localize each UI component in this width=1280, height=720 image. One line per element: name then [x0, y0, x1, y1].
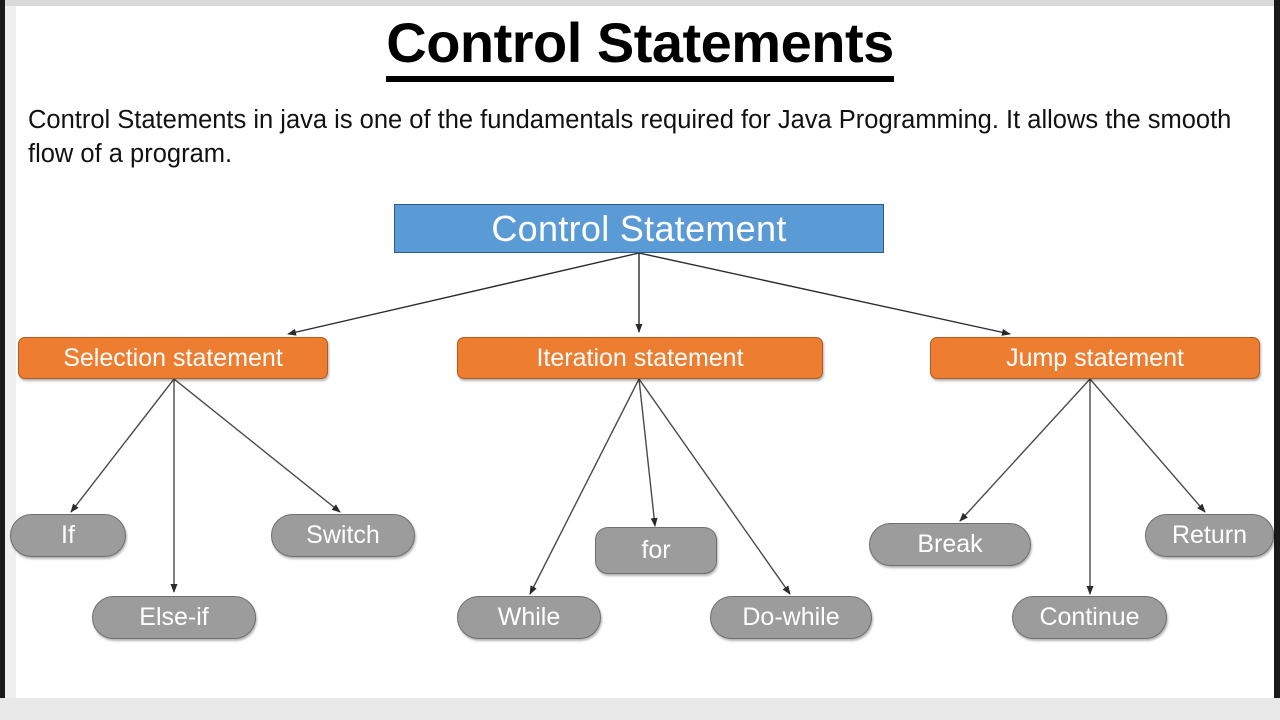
node-jump-statement[interactable]: Jump statement: [930, 337, 1260, 379]
control-statements-tree: Control Statement Selection statement It…: [0, 0, 1280, 720]
node-label: Jump statement: [1006, 343, 1184, 372]
node-label: for: [641, 536, 671, 564]
node-label: If: [61, 521, 75, 549]
node-label: Break: [917, 530, 983, 558]
connector-group-root: [287, 252, 1011, 336]
node-return[interactable]: Return: [1145, 514, 1274, 557]
node-else-if[interactable]: Else-if: [92, 596, 256, 639]
node-label: Do-while: [742, 603, 840, 631]
node-label: Switch: [306, 521, 380, 549]
node-if[interactable]: If: [10, 514, 126, 557]
node-for[interactable]: for: [595, 527, 717, 574]
node-label: Iteration statement: [536, 343, 744, 372]
node-do-while[interactable]: Do-while: [710, 596, 872, 639]
node-control-statement[interactable]: Control Statement: [394, 204, 884, 253]
node-break[interactable]: Break: [869, 523, 1031, 566]
node-switch[interactable]: Switch: [271, 514, 415, 557]
node-iteration-statement[interactable]: Iteration statement: [457, 337, 823, 379]
node-label: While: [497, 603, 561, 631]
node-label: Else-if: [139, 603, 209, 631]
node-label: Continue: [1039, 603, 1140, 631]
node-selection-statement[interactable]: Selection statement: [18, 337, 328, 379]
slide-canvas: Control Statements Control Statements in…: [0, 0, 1280, 720]
node-label: Selection statement: [63, 343, 283, 372]
node-continue[interactable]: Continue: [1012, 596, 1167, 639]
node-label: Return: [1171, 521, 1248, 549]
node-label: Control Statement: [491, 207, 787, 249]
node-while[interactable]: While: [457, 596, 601, 639]
connector-group-selection: [70, 378, 341, 593]
